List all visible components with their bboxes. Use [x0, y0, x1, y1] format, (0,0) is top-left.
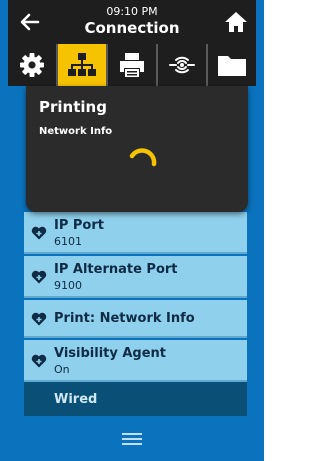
- loading-spinner-icon: [129, 148, 157, 167]
- item-value: 9100: [54, 279, 82, 292]
- printing-dialog: Printing Network Info: [26, 86, 248, 212]
- list-item-print-network-info[interactable]: Print: Network Info: [24, 300, 247, 338]
- item-value: 6101: [54, 235, 82, 248]
- hamburger-menu-icon[interactable]: [122, 432, 142, 446]
- home-icon[interactable]: [222, 8, 250, 36]
- folder-icon: [218, 56, 246, 76]
- page-title: Connection: [84, 19, 180, 37]
- section-label: Wired: [54, 392, 98, 407]
- printer-screen: 09:10 PM Connection IP Port 6101 IP Alte…: [0, 0, 264, 461]
- heart-plus-icon: [31, 226, 47, 240]
- dialog-subtitle: Network Info: [39, 126, 113, 137]
- tab-storage[interactable]: [208, 44, 256, 86]
- item-label: IP Port: [54, 218, 104, 233]
- item-label: IP Alternate Port: [54, 262, 178, 277]
- wireless-icon: [169, 56, 195, 74]
- tab-print[interactable]: [108, 44, 158, 86]
- heart-plus-icon: [31, 354, 47, 368]
- list-item-visibility-agent[interactable]: Visibility Agent On: [24, 340, 247, 382]
- clock-time: 09:10 PM: [106, 5, 158, 18]
- printer-icon: [120, 53, 144, 77]
- tab-settings[interactable]: [8, 44, 58, 86]
- network-icon: [68, 53, 96, 76]
- top-bar: 09:10 PM Connection: [8, 0, 256, 44]
- category-tabs: [8, 44, 256, 86]
- dialog-title: Printing: [39, 98, 107, 116]
- section-header-wired[interactable]: Wired: [24, 382, 247, 416]
- tab-network[interactable]: [58, 44, 108, 86]
- bottom-bar: [8, 416, 256, 461]
- list-item-ip-port[interactable]: IP Port 6101: [24, 212, 247, 254]
- item-value: On: [54, 363, 70, 376]
- gear-icon: [20, 53, 44, 77]
- item-label: Print: Network Info: [54, 311, 195, 326]
- list-item-ip-alternate-port[interactable]: IP Alternate Port 9100: [24, 256, 247, 298]
- heart-plus-icon: [31, 270, 47, 284]
- item-label: Visibility Agent: [54, 346, 167, 361]
- heart-plus-icon: [31, 312, 47, 326]
- tab-wireless[interactable]: [158, 44, 208, 86]
